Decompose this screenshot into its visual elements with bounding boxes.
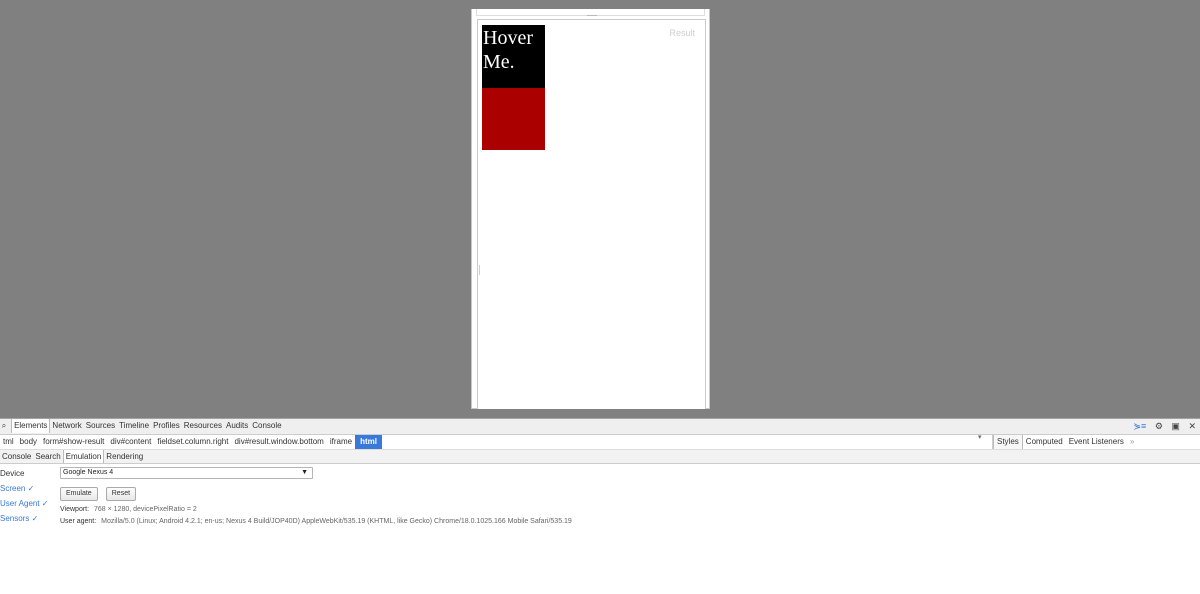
breadcrumb-item[interactable]: tml	[0, 435, 17, 449]
emulation-nav-device[interactable]: Device	[0, 466, 54, 481]
tab-console[interactable]: Console	[250, 419, 283, 433]
drawer-tab-emulation[interactable]: Emulation	[62, 450, 105, 463]
emulation-nav-screen[interactable]: Screen ✓	[0, 481, 54, 496]
tab-audits[interactable]: Audits	[224, 419, 250, 433]
drawer-tab-search[interactable]: Search	[33, 450, 62, 463]
user-agent-label: User agent:	[60, 518, 97, 525]
show-drawer-icon[interactable]: ⋟≡	[1134, 421, 1147, 431]
tab-network[interactable]: Network	[50, 419, 83, 433]
close-icon[interactable]: ✕	[1188, 421, 1196, 431]
devtools-panel: ⌕ Elements Network Sources Timeline Profiles…	[0, 418, 1200, 594]
tab-sources[interactable]: Sources	[84, 419, 117, 433]
drawer-tabs: Console Search Emulation Rendering	[0, 450, 1200, 464]
breadcrumb-item[interactable]: html	[355, 435, 382, 449]
gear-icon[interactable]: ⚙	[1155, 421, 1163, 431]
breadcrumb-item[interactable]: iframe	[327, 435, 355, 449]
resize-grip-left[interactable]	[479, 265, 480, 275]
viewport-label: Viewport:	[60, 506, 90, 513]
emulate-button[interactable]: Emulate	[60, 487, 98, 501]
red-box	[482, 88, 545, 150]
sidebar-tab-styles[interactable]: Styles	[993, 435, 1023, 449]
viewport-info: Viewport: 768 × 1280, devicePixelRatio =…	[60, 506, 572, 513]
dock-icon[interactable]: ▣	[1171, 421, 1180, 431]
breadcrumb-item[interactable]: fieldset.column.right	[154, 435, 231, 449]
tab-resources[interactable]: Resources	[182, 419, 224, 433]
breadcrumb-item[interactable]: div#content	[107, 435, 154, 449]
hover-me-box[interactable]: Hover Me.	[482, 25, 545, 88]
devtools-toolbar: ⌕ Elements Network Sources Timeline Profiles…	[0, 418, 1200, 435]
breadcrumb-row: tml body form#show-result div#content fields…	[0, 433, 1200, 450]
tab-elements[interactable]: Elements	[11, 419, 51, 433]
user-agent-value: Mozilla/5.0 (Linux; Android 4.2.1; en-us…	[101, 518, 572, 525]
emulation-panel: Device Screen ✓ User Agent ✓ Sensors ✓ Goog…	[0, 464, 1200, 594]
breadcrumb-item[interactable]: form#show-result	[40, 435, 107, 449]
result-iframe: Result Hover Me.	[477, 19, 706, 409]
sidebar-tab-computed[interactable]: Computed	[1023, 435, 1066, 449]
resize-grip-top[interactable]	[587, 15, 597, 16]
breadcrumb-item[interactable]: body	[17, 435, 40, 449]
device-select-value: Google Nexus 4	[63, 469, 114, 476]
more-tabs-icon[interactable]: »	[1127, 437, 1134, 446]
emulation-nav-user-agent[interactable]: User Agent ✓	[0, 496, 54, 511]
tab-profiles[interactable]: Profiles	[151, 419, 182, 433]
drawer-tab-rendering[interactable]: Rendering	[104, 450, 145, 463]
emulation-body: Google Nexus 4 ▼ Emulate Reset Viewport:…	[60, 467, 572, 525]
result-label: Result	[669, 28, 695, 38]
chevron-down-icon[interactable]: ▾	[978, 433, 982, 441]
sidebar-tabs: Styles Computed Event Listeners»	[992, 435, 1134, 449]
emulation-nav-sensors[interactable]: Sensors ✓	[0, 511, 54, 526]
drawer-tab-console[interactable]: Console	[0, 450, 33, 463]
chevron-down-icon: ▼	[301, 469, 308, 476]
sidebar-tab-event-listeners[interactable]: Event Listeners	[1066, 435, 1127, 449]
reset-button[interactable]: Reset	[105, 487, 137, 501]
user-agent-info: User agent: Mozilla/5.0 (Linux; Android …	[60, 518, 572, 525]
emulated-device-frame: Result Hover Me.	[471, 9, 710, 409]
viewport-value: 768 × 1280, devicePixelRatio = 2	[94, 506, 197, 513]
device-select[interactable]: Google Nexus 4 ▼	[60, 467, 313, 479]
breadcrumb: tml body form#show-result div#content fields…	[0, 435, 985, 449]
tab-timeline[interactable]: Timeline	[117, 419, 151, 433]
toolbar-right: ⋟≡ ⚙ ▣ ✕	[1128, 419, 1196, 433]
inspect-icon[interactable]: ⌕	[0, 419, 8, 433]
breadcrumb-item[interactable]: div#result.window.bottom	[231, 435, 326, 449]
emulation-nav: Device Screen ✓ User Agent ✓ Sensors ✓	[0, 466, 54, 526]
